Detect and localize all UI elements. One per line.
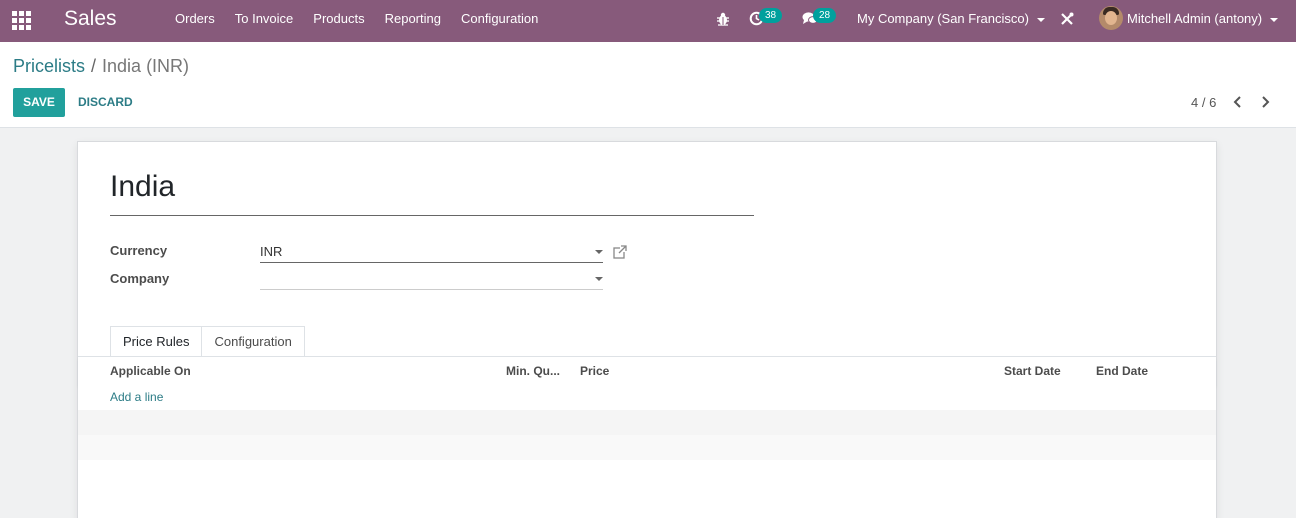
pager-value[interactable]: 4 / 6: [1191, 95, 1216, 110]
tools-icon[interactable]: [1060, 12, 1074, 26]
column-end-date[interactable]: End Date: [1096, 364, 1148, 378]
company-name: My Company (San Francisco): [857, 11, 1029, 26]
tab-configuration[interactable]: Configuration: [202, 326, 305, 357]
company-switcher[interactable]: My Company (San Francisco): [857, 11, 1045, 26]
column-min-quantity[interactable]: Min. Qu...: [506, 364, 560, 378]
breadcrumb-pricelists-link[interactable]: Pricelists: [13, 56, 85, 76]
external-link-icon[interactable]: [613, 245, 627, 259]
table-row: [78, 435, 1216, 460]
company-field[interactable]: [260, 268, 603, 290]
user-name: Mitchell Admin (antony): [1127, 11, 1263, 26]
activity-count-badge: 38: [759, 8, 783, 23]
discard-button[interactable]: DISCARD: [78, 88, 133, 117]
chevron-left-icon[interactable]: [1231, 94, 1245, 110]
control-panel: Pricelists / India (INR) SAVE DISCARD 4 / …: [0, 42, 1296, 128]
chevron-down-icon[interactable]: [595, 277, 603, 281]
menu-reporting[interactable]: Reporting: [375, 0, 451, 42]
currency-field[interactable]: INR: [260, 241, 603, 263]
tab-price-rules[interactable]: Price Rules: [110, 326, 203, 357]
bug-icon[interactable]: [716, 12, 730, 26]
menu-orders[interactable]: Orders: [165, 0, 225, 42]
menu-configuration[interactable]: Configuration: [451, 0, 548, 42]
avatar[interactable]: [1099, 6, 1123, 30]
company-label: Company: [110, 271, 170, 286]
chevron-down-icon: [1270, 17, 1279, 22]
chevron-right-icon[interactable]: [1258, 94, 1272, 110]
pricelist-name-field[interactable]: India: [110, 170, 754, 216]
apps-menu-icon[interactable]: [12, 11, 32, 31]
app-title[interactable]: Sales: [64, 7, 117, 31]
table-row: [78, 410, 1216, 435]
menu-to-invoice[interactable]: To Invoice: [225, 0, 304, 42]
column-price[interactable]: Price: [580, 364, 609, 378]
notebook-tabs: Price Rules Configuration: [110, 326, 305, 357]
breadcrumb-current: India (INR): [102, 56, 190, 76]
currency-value: INR: [260, 244, 283, 259]
table-row: Add a line: [78, 385, 1216, 410]
message-count-badge: 28: [813, 8, 837, 23]
user-menu[interactable]: Mitchell Admin (antony): [1127, 11, 1279, 26]
column-start-date[interactable]: Start Date: [1004, 364, 1061, 378]
breadcrumb-separator: /: [91, 56, 97, 76]
main-menu: Orders To Invoice Products Reporting Con…: [165, 0, 548, 42]
chevron-down-icon[interactable]: [595, 250, 603, 254]
table-row: [78, 460, 1216, 485]
save-button[interactable]: SAVE: [13, 88, 65, 117]
top-navbar: Sales Orders To Invoice Products Reporti…: [0, 0, 1296, 42]
form-sheet: India Currency INR Company Price Rules C…: [77, 141, 1217, 518]
menu-products[interactable]: Products: [303, 0, 374, 42]
add-a-line-link[interactable]: Add a line: [110, 390, 163, 404]
breadcrumb: Pricelists / India (INR): [13, 56, 189, 77]
table-header: Applicable On Min. Qu... Price Start Dat…: [78, 357, 1216, 386]
column-applicable-on[interactable]: Applicable On: [110, 364, 191, 378]
chevron-down-icon: [1036, 17, 1045, 22]
currency-label: Currency: [110, 243, 168, 258]
